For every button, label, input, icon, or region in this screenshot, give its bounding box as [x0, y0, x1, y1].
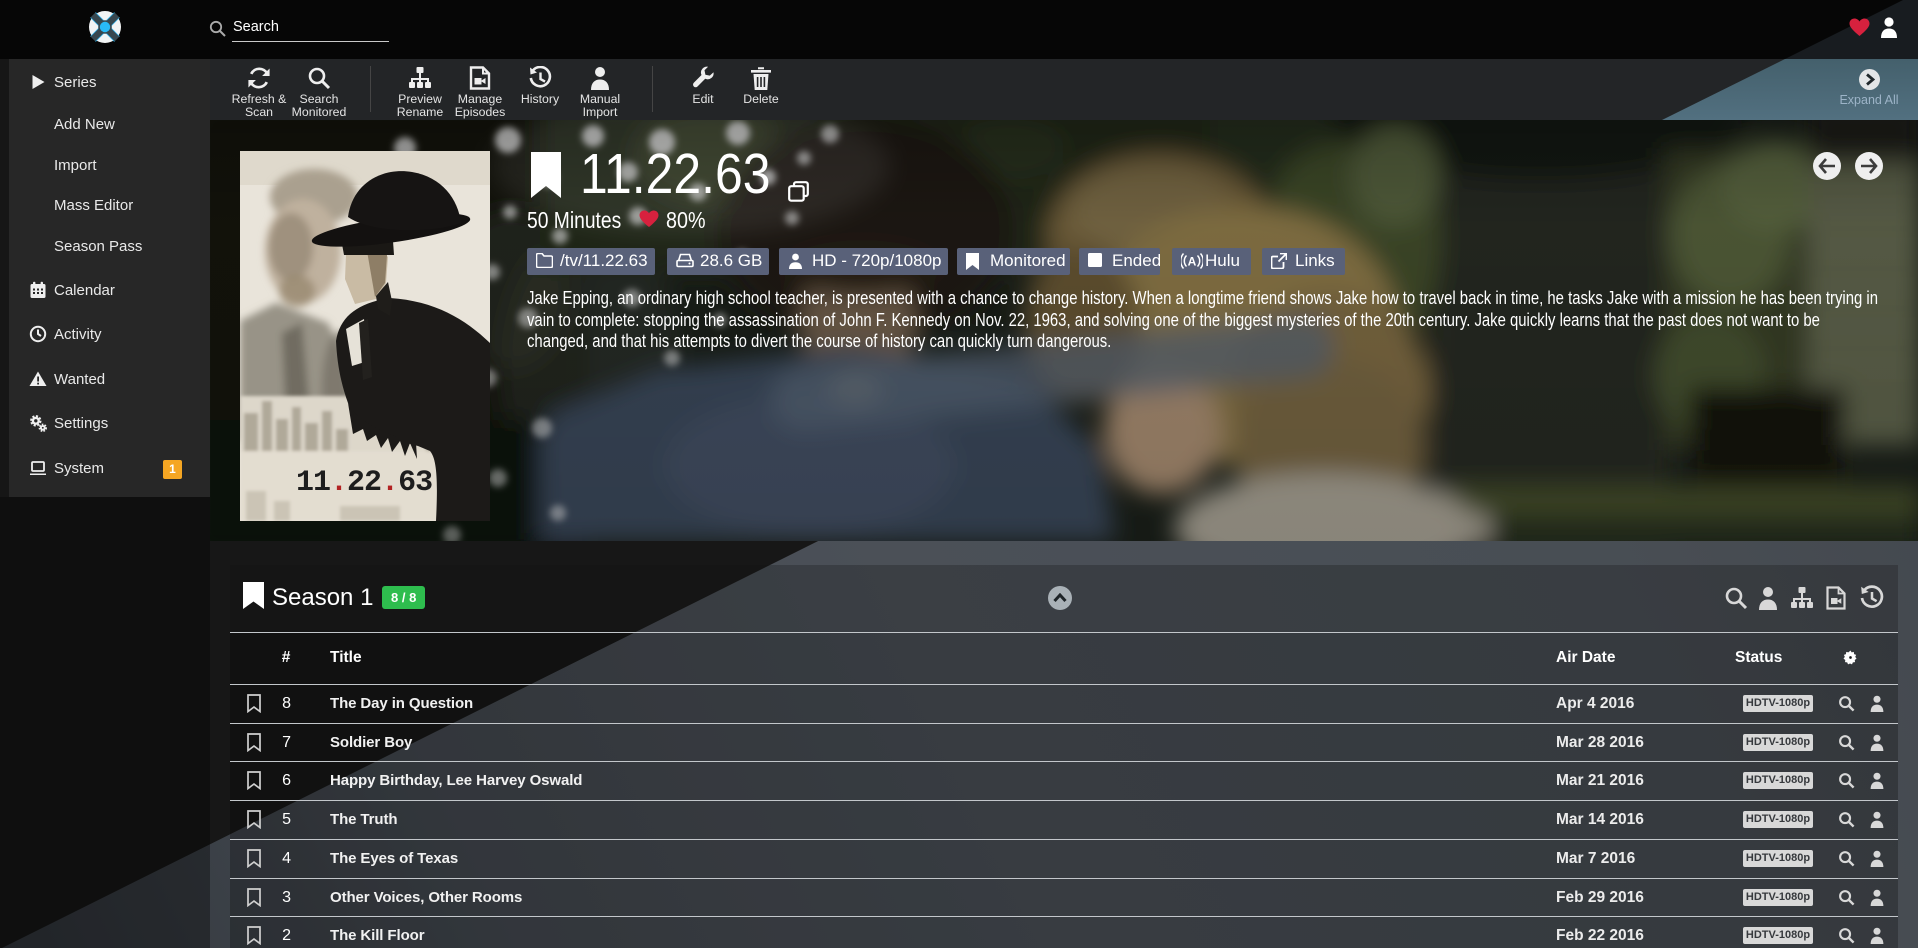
svg-text:A: A [1188, 255, 1197, 269]
svg-text:11.22.63: 11.22.63 [296, 466, 432, 500]
